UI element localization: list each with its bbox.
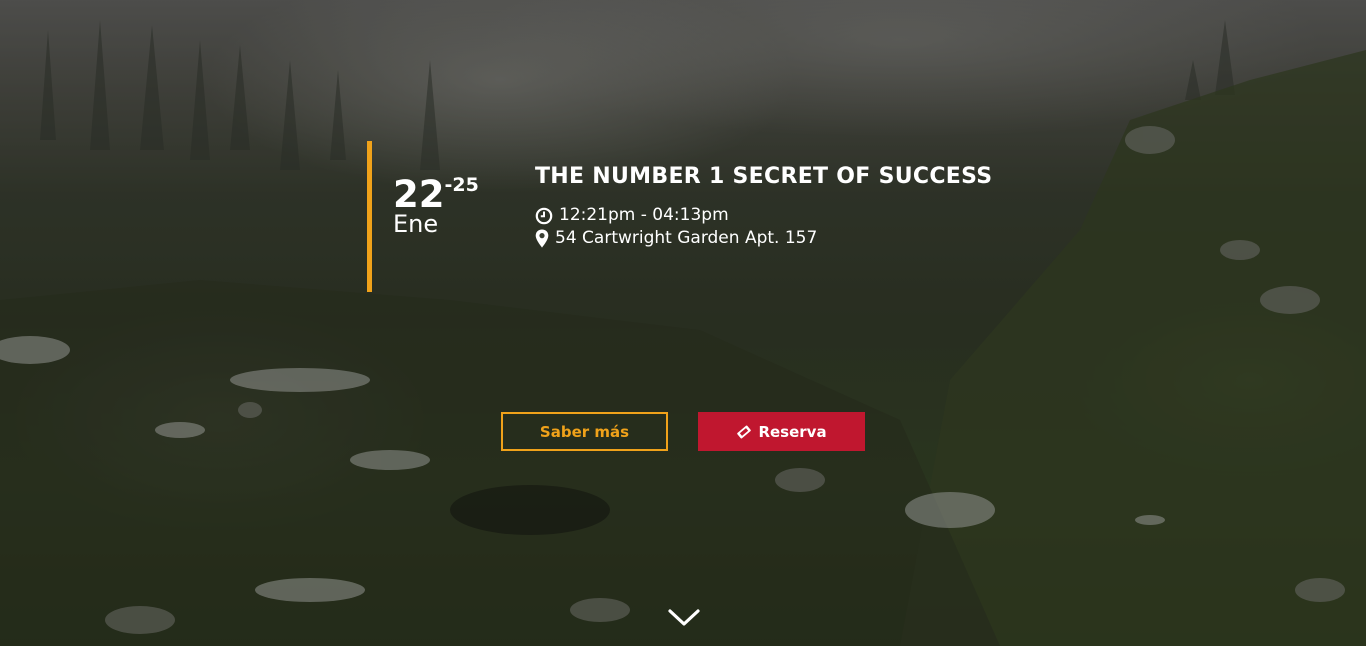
learn-more-label: Saber más bbox=[539, 422, 630, 441]
event-date: 22-25 Ene bbox=[393, 173, 513, 238]
event-month: Ene bbox=[393, 210, 439, 238]
chevron-down-icon bbox=[668, 609, 700, 626]
event-location-row: 54 Cartwright Garden Apt. 157 bbox=[535, 227, 992, 250]
hero-background bbox=[0, 0, 1366, 646]
reserve-button[interactable]: Reserva bbox=[698, 412, 865, 451]
event-info: THE NUMBER 1 SECRET OF SUCCESS 12:21pm -… bbox=[535, 162, 992, 250]
map-marker-icon bbox=[535, 229, 549, 248]
event-time: 12:21pm - 04:13pm bbox=[559, 205, 729, 225]
event-title: THE NUMBER 1 SECRET OF SUCCESS bbox=[535, 164, 993, 189]
scroll-down-button[interactable] bbox=[667, 607, 701, 629]
event-day: 22 bbox=[393, 173, 445, 216]
reserve-label: Reserva bbox=[758, 422, 827, 441]
learn-more-button[interactable]: Saber más bbox=[501, 412, 668, 451]
ticket-icon bbox=[737, 425, 752, 438]
event-location: 54 Cartwright Garden Apt. 157 bbox=[555, 228, 818, 248]
event-date-block: 22-25 Ene bbox=[367, 141, 479, 292]
event-time-row: 12:21pm - 04:13pm bbox=[535, 204, 992, 227]
image-overlay bbox=[0, 0, 1366, 646]
clock-icon bbox=[535, 207, 553, 224]
event-day-end: -25 bbox=[444, 174, 479, 196]
